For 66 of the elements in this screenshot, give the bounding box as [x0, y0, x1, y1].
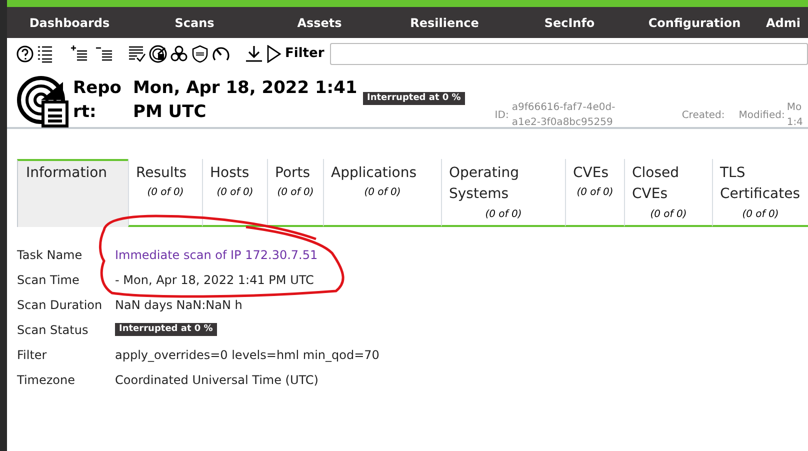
report-title: Report: — [73, 77, 122, 124]
tab-count: (0 of 0) — [364, 186, 401, 200]
play-icon[interactable] — [266, 45, 282, 63]
tab-count: (0 of 0) — [576, 186, 614, 200]
info-value: NaN days NaN:NaN h — [115, 296, 242, 314]
nav-item[interactable]: Resilience — [382, 14, 507, 32]
download-icon[interactable] — [245, 45, 263, 63]
info-label: Scan Duration — [17, 296, 104, 314]
tab-count: (0 of 0) — [147, 186, 184, 200]
tab-count: (0 of 0) — [216, 186, 254, 200]
tab[interactable]: Hosts (0 of 0) — [202, 159, 267, 227]
tab[interactable]: Operating Systems (0 of 0) — [441, 159, 565, 227]
status-badge: Interrupted at 0 % — [363, 92, 465, 105]
id-value: a9f66616-faf7-4e0d-a1e2-3f0a8bc95259 — [512, 101, 616, 130]
tab[interactable]: Ports (0 of 0) — [267, 159, 323, 227]
add-list-icon[interactable] — [70, 45, 88, 63]
info-label: Task Name — [17, 246, 84, 264]
tab-label: Operating Systems — [449, 164, 520, 204]
tab-count: (0 of 0) — [277, 186, 314, 200]
report-radar-icon — [17, 76, 69, 128]
id-label: ID: — [494, 109, 509, 123]
info-value: - Mon, Apr 18, 2022 1:41 PM UTC — [115, 272, 314, 288]
tab-label: Information — [26, 164, 108, 183]
nav-item[interactable]: Admi — [757, 14, 800, 32]
shield-icon[interactable] — [191, 45, 209, 63]
info-value: Coordinated Universal Time (UTC) — [115, 372, 318, 388]
list-icon[interactable] — [37, 45, 53, 63]
modified-value: Mo 1:4 — [786, 101, 804, 130]
tab-label: Hosts — [210, 164, 250, 183]
tab[interactable]: Applications (0 of 0) — [323, 159, 441, 227]
radar-icon[interactable] — [149, 45, 167, 63]
nav-item[interactable]: Configuration — [632, 14, 757, 32]
tab-label: CVEs — [573, 164, 610, 183]
tab[interactable]: Information — [17, 159, 128, 227]
help-icon[interactable] — [16, 45, 34, 63]
tab-label: Results — [136, 164, 188, 183]
tab-label: Ports — [275, 164, 312, 183]
info-label: Scan Time — [17, 272, 80, 288]
nav-item[interactable]: Scans — [132, 14, 257, 32]
gauge-icon[interactable] — [212, 45, 230, 63]
nav-item[interactable]: Dashboards — [7, 14, 132, 32]
tab-count: (0 of 0) — [650, 208, 687, 222]
info-value: apply_overrides=0 levels=hml min_qod=70 — [115, 346, 380, 364]
report-date: Mon, Apr 18, 2022 1:41 PM UTC — [133, 77, 358, 124]
tab[interactable]: Results (0 of 0) — [128, 159, 202, 227]
nav-item[interactable]: Assets — [257, 14, 382, 32]
remove-list-icon[interactable] — [95, 45, 113, 63]
tab[interactable]: TLS Certificates (0 of 0) — [712, 159, 808, 227]
info-label: Timezone — [17, 372, 76, 388]
task-link[interactable]: Immediate scan of IP 172.30.7.51 — [115, 246, 318, 264]
filter-input[interactable] — [330, 43, 808, 65]
tab-count: (0 of 0) — [485, 208, 522, 222]
info-label: Filter — [17, 346, 48, 364]
status-badge: Interrupted at 0 % — [115, 323, 217, 336]
tab-label: TLS Certificates — [720, 164, 801, 204]
modified-label: Modified: — [738, 109, 785, 123]
tab-count: (0 of 0) — [742, 208, 779, 222]
nav-item[interactable]: SecInfo — [507, 14, 632, 32]
tab[interactable]: CVEs (0 of 0) — [565, 159, 624, 227]
tab-label: Applications — [331, 164, 418, 183]
checklist-icon[interactable] — [128, 45, 146, 63]
created-label: Created: — [682, 109, 725, 123]
info-label: Scan Status — [17, 322, 90, 338]
tab-label: Closed CVEs — [632, 164, 680, 204]
tab[interactable]: Closed CVEs (0 of 0) — [624, 159, 712, 227]
filter-label: Filter — [285, 45, 324, 64]
